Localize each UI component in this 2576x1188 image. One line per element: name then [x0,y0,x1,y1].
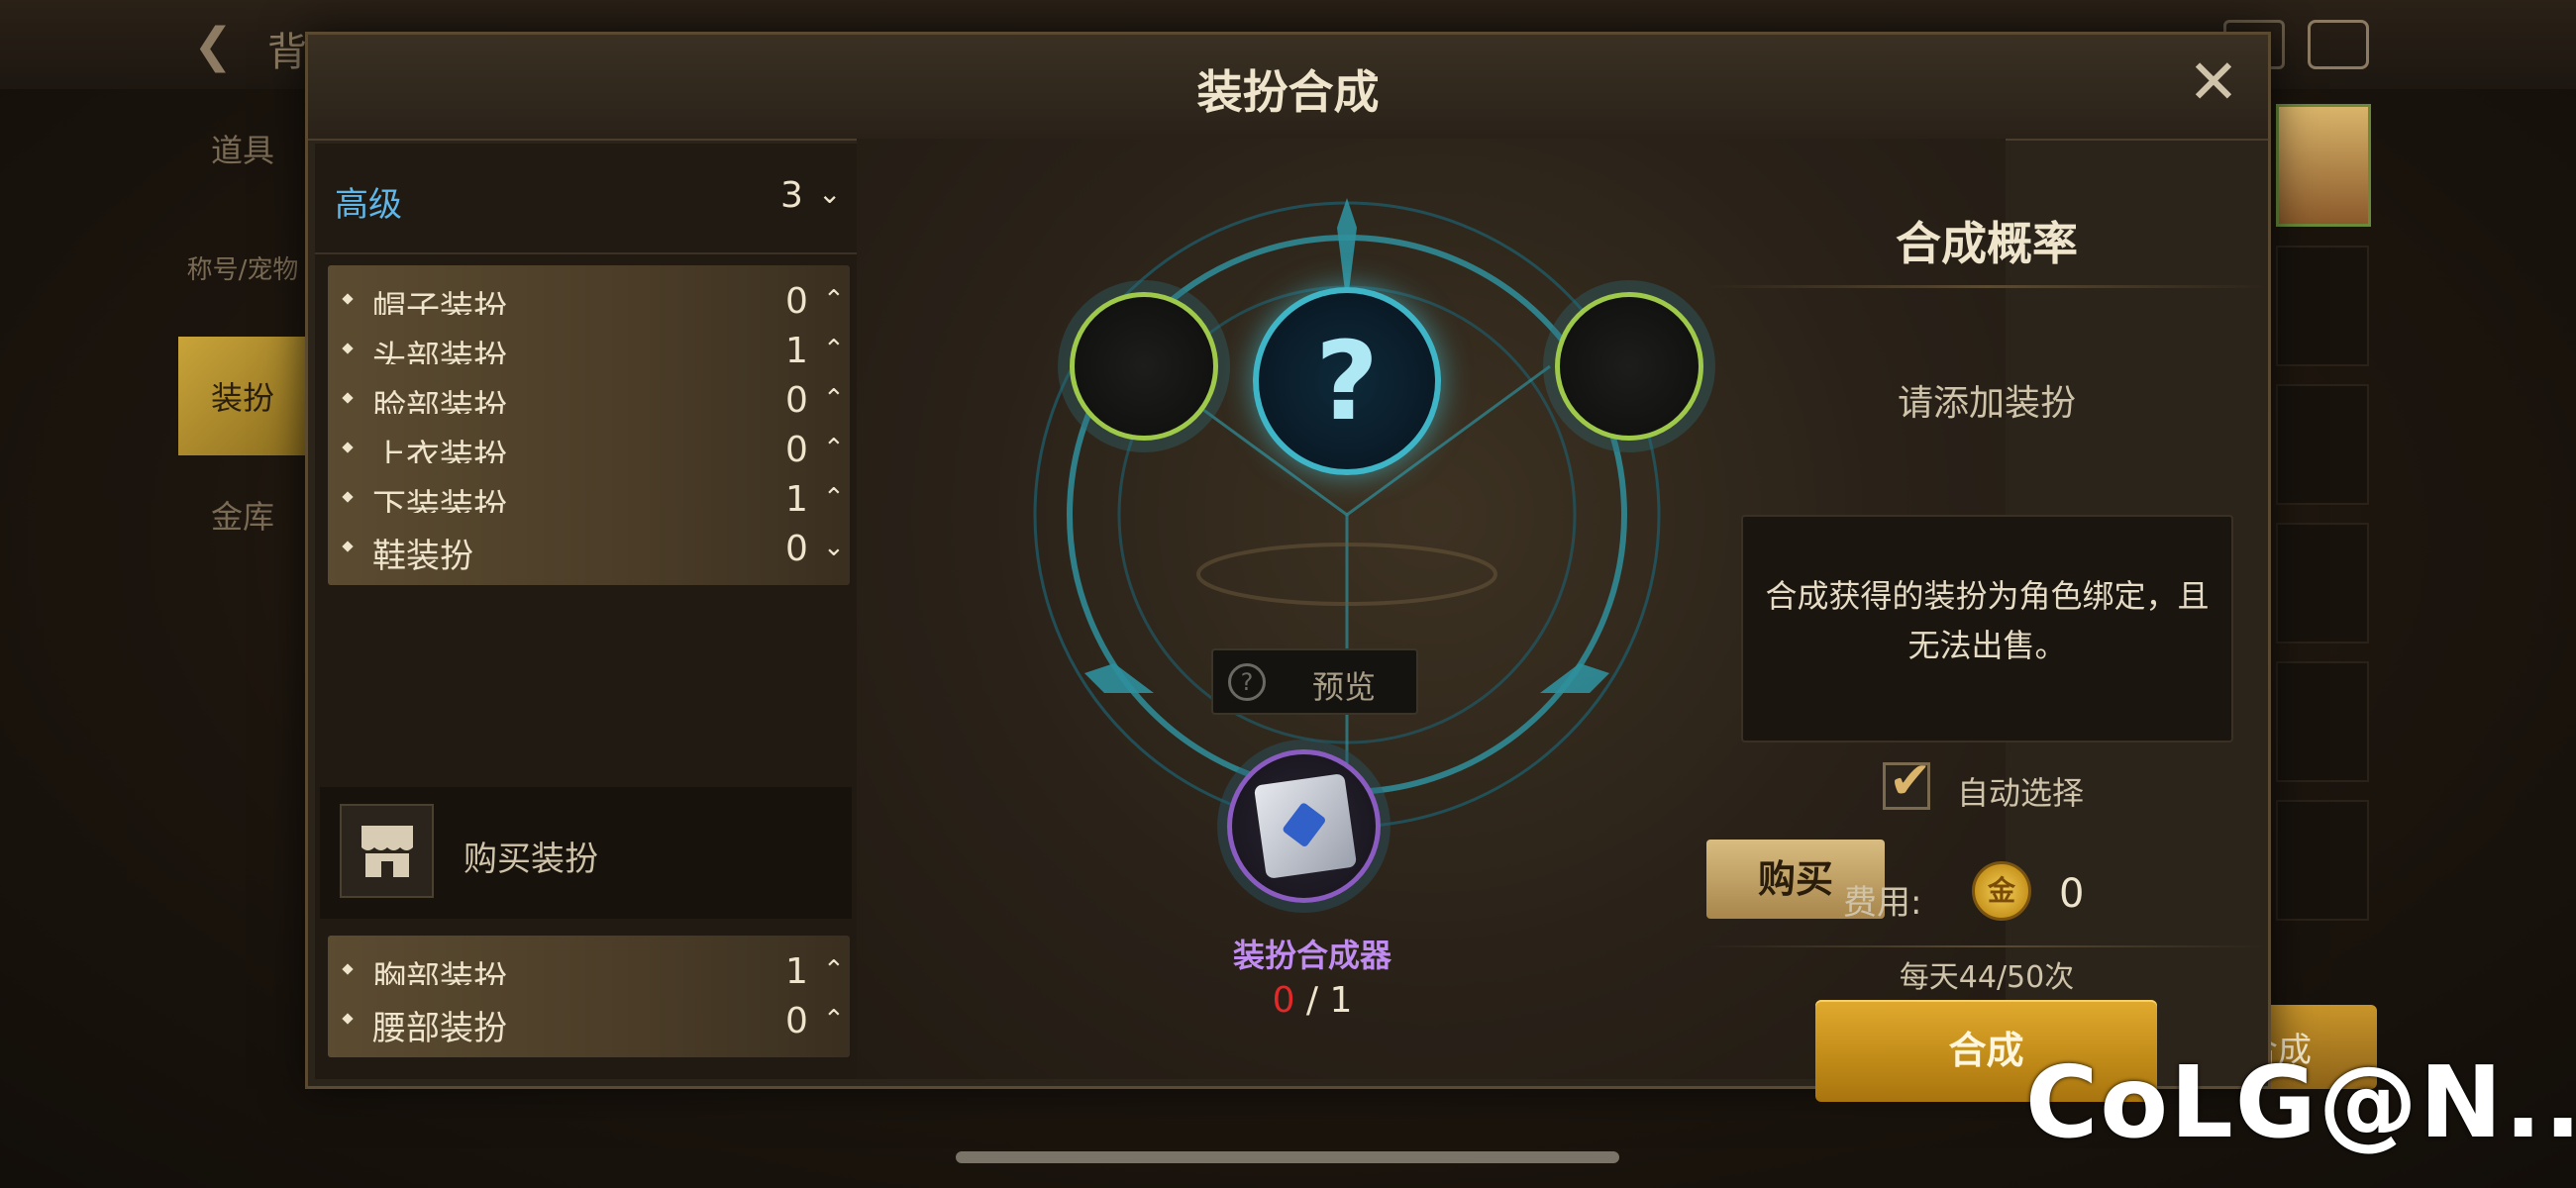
grade-count: 3 [780,175,803,216]
chevron-down-icon: ⌄ [823,533,845,562]
bg-slot [2276,246,2369,366]
material-slot-1[interactable] [1070,292,1218,441]
shop-icon [340,804,434,898]
category-label: 腰部装扮 [372,1009,507,1048]
fee-label: 费用: [1843,883,1922,923]
bullet-icon [342,1013,354,1025]
dialog-header: 装扮合成 ✕ [308,35,2268,141]
synthesizer-need: 1 [1329,980,1353,1021]
synthesizer-item[interactable] [1227,749,1381,903]
preview-label: 预览 [1312,668,1377,706]
close-icon[interactable]: ✕ [2184,51,2243,114]
chevron-down-icon: ⌄ [818,177,842,210]
category-label: 鞋装扮 [372,537,473,576]
dialog-title: 装扮合成 [1196,65,1380,119]
bullet-icon [342,491,354,503]
character-avatar [2276,104,2371,227]
category-shoes[interactable]: 鞋装扮 0 ⌄ [328,513,850,585]
chevron-up-icon: ⌃ [823,285,845,315]
bg-slot [2276,661,2369,782]
costume-synthesis-dialog: 装扮合成 ✕ 高级 3 ⌄ 帽子装扮 0 ⌃ 头部装扮 1 ⌃ 脸部装扮 0 ⌃ [305,32,2271,1102]
category-list: 高级 3 ⌄ 帽子装扮 0 ⌃ 头部装扮 1 ⌃ 脸部装扮 0 ⌃ 上衣装扮 0… [315,144,857,1079]
synthesizer-sep: / [1305,980,1319,1021]
category-count: 0 [785,1001,808,1041]
synthesizer-have: 0 [1272,980,1295,1021]
fee-row: 费用: 金 0 [1843,861,2239,931]
probability-panel: 合成概率 请添加装扮 合成获得的装扮为角色绑定，且无法出售。 自动选择 费用: … [1704,139,2269,1102]
bullet-icon [342,963,354,975]
chevron-up-icon: ⌃ [823,955,845,985]
bg-tab-costume: 装扮 [178,337,307,455]
chevron-up-icon: ⌃ [823,384,845,414]
checkbox-checked-icon[interactable] [1883,751,1932,811]
bullet-icon [342,343,354,354]
preview-button[interactable]: ? 预览 [1211,648,1418,715]
fee-value: 0 [2059,871,2085,917]
add-costume-hint: 请添加装扮 [1897,383,2076,424]
category-waist[interactable]: 腰部装扮 0 ⌃ [328,985,850,1057]
bg-slot [2276,384,2369,505]
result-preview-orb: ? [1253,287,1441,475]
chevron-up-icon: ⌃ [823,434,845,463]
bullet-icon [342,293,354,305]
chevron-up-icon: ⌃ [823,483,845,513]
material-slot-2[interactable] [1555,292,1703,441]
grade-name: 高级 [335,185,402,225]
buy-costume-label: 购买装扮 [464,840,598,879]
chevron-up-icon: ⌃ [823,335,845,364]
bg-slot [2276,800,2369,921]
bg-tab-titles: 称号/宠物 [186,254,299,285]
daily-limit: 每天44/50次 [1899,960,2075,995]
probability-title: 合成概率 [1896,217,2078,270]
bg-tab-items: 道具 [210,132,274,169]
chat-icon [2308,20,2369,69]
divider [1704,285,2269,288]
grade-filter[interactable]: 高级 3 ⌄ [315,144,857,254]
bullet-icon [342,442,354,453]
home-indicator[interactable] [956,1151,1619,1163]
auto-select-label: 自动选择 [1957,774,2085,812]
binding-notice: 合成获得的装扮为角色绑定，且无法出售。 [1741,515,2233,742]
bg-tab-vault: 金库 [210,498,274,536]
cube-icon [1253,773,1358,879]
chevron-up-icon: ⌃ [823,1005,845,1035]
bg-slot [2276,523,2369,644]
divider [1704,945,2269,947]
synthesizer-count: 0 / 1 [1174,980,1451,1021]
question-icon: ? [1228,663,1266,701]
background-side-tabs: 道具 称号/宠物 装扮 金库 [178,89,307,1079]
gold-coin-icon: 金 [1972,861,2031,921]
watermark-logo: CoLG@N..... [2025,1044,2576,1160]
synthesizer-name: 装扮合成器 [1232,937,1391,974]
bullet-icon [342,392,354,404]
category-count: 0 [785,529,808,569]
back-arrow-icon: ❮ [193,18,234,73]
buy-costume-row[interactable]: 购买装扮 [320,787,852,919]
bullet-icon [342,541,354,552]
